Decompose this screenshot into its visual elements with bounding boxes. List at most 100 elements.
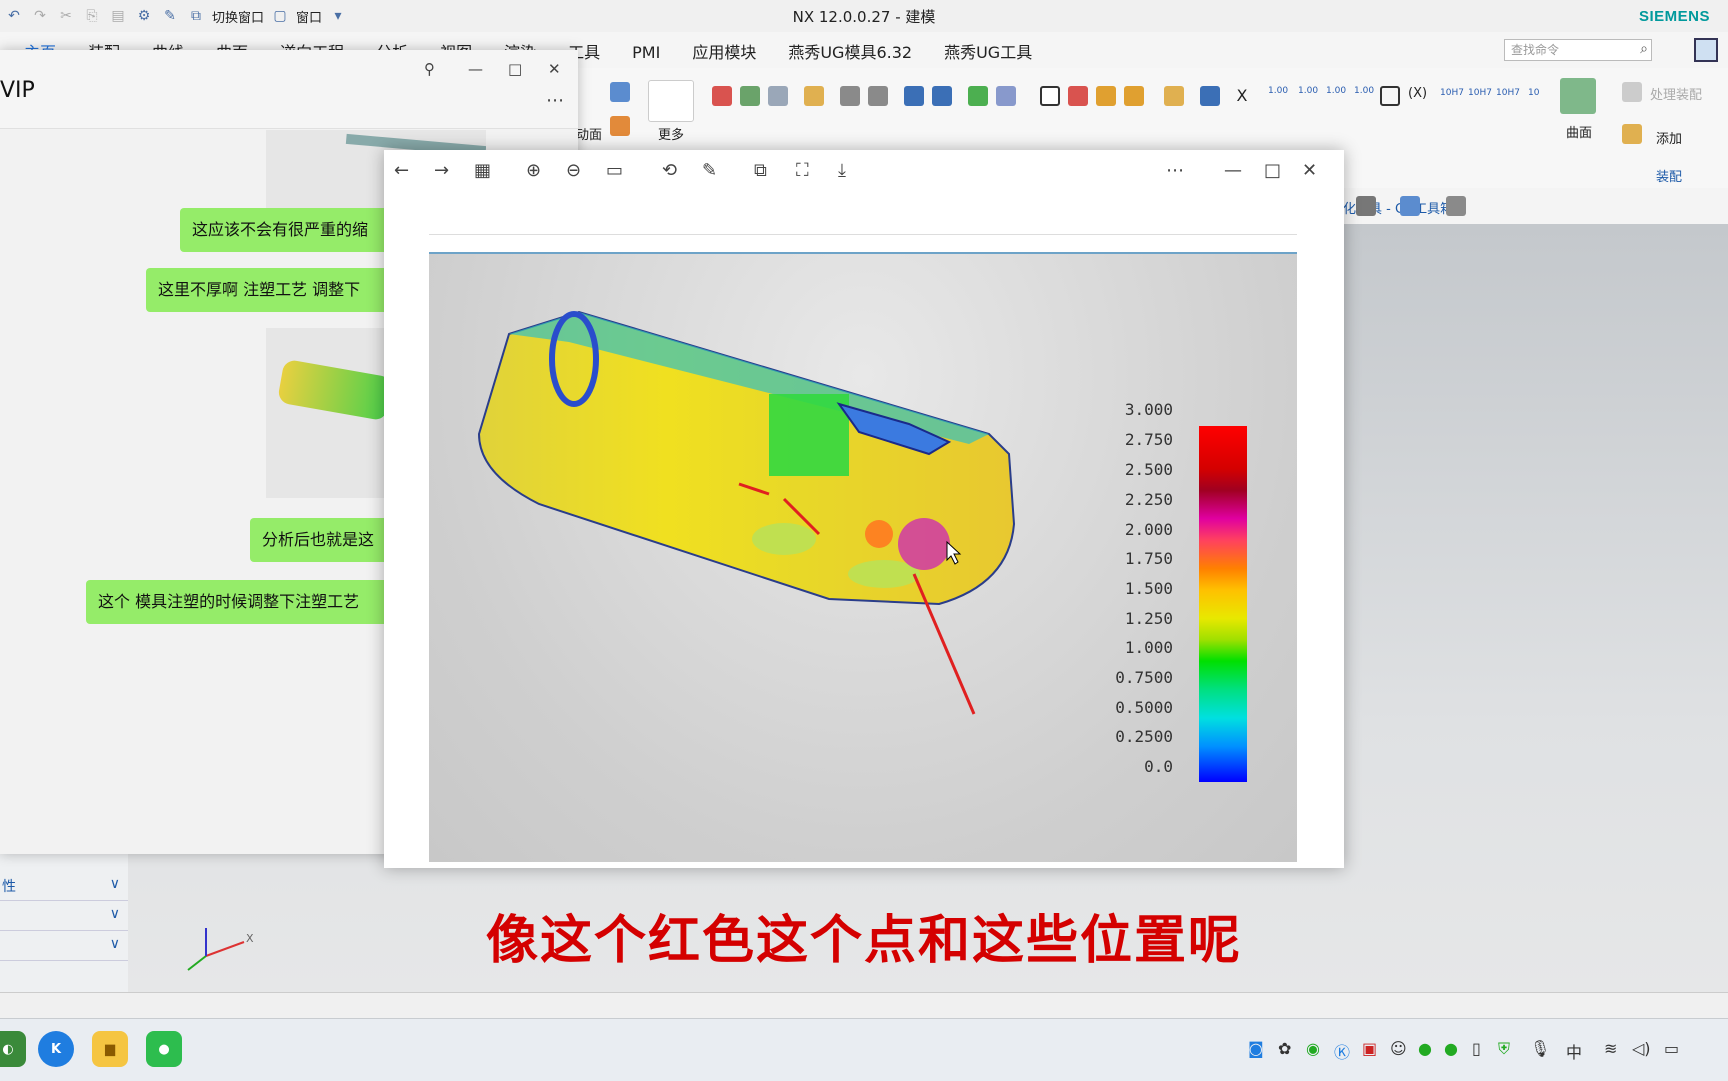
fit-label[interactable]: 10H7 xyxy=(1468,88,1492,98)
sketch-icon[interactable] xyxy=(804,86,824,106)
chat-message-bubble[interactable]: 这里不厚啊 注塑工艺 调整下 xyxy=(146,268,390,312)
redo-icon[interactable]: ↷ xyxy=(30,6,50,26)
arrow-left-icon[interactable]: ← xyxy=(394,160,409,181)
file-explorer-icon[interactable]: ▆ xyxy=(92,1031,128,1067)
feature-icon[interactable] xyxy=(610,116,630,136)
tab-yanxiu-mold[interactable]: 燕秀UG模具6.32 xyxy=(772,40,928,66)
tolerance-label[interactable]: 1.00 xyxy=(1354,86,1374,96)
cube-icon[interactable] xyxy=(1400,196,1420,216)
feature-icon[interactable] xyxy=(610,82,630,102)
browser-app-icon[interactable]: ◐ xyxy=(0,1031,26,1067)
rotate-icon[interactable]: ⟲ xyxy=(662,160,677,181)
chat-image-thumbnail[interactable] xyxy=(266,328,390,498)
chat-message-bubble[interactable]: 这应该不会有很严重的缩 xyxy=(180,208,390,252)
tolerance-label[interactable]: 1.00 xyxy=(1298,86,1318,96)
chat-message-bubble[interactable]: 这个 模具注塑的时候调整下注塑工艺 xyxy=(86,580,390,624)
usb-icon[interactable]: ▯ xyxy=(1472,1039,1481,1058)
repeat-command-icon[interactable]: ⚙ xyxy=(134,6,154,26)
cut-icon[interactable]: ✂ xyxy=(56,6,76,26)
chart-icon[interactable] xyxy=(1124,86,1144,106)
check-icon[interactable] xyxy=(968,86,988,106)
crop-icon[interactable]: ⛶ xyxy=(796,160,809,181)
ime-icon[interactable]: 中 xyxy=(1566,1039,1582,1063)
fit-label[interactable]: 10H7 xyxy=(1440,88,1464,98)
minimize-icon[interactable]: — xyxy=(1224,160,1242,181)
add-button[interactable]: 添加 xyxy=(1656,128,1682,147)
k-app-icon[interactable]: K xyxy=(38,1031,74,1067)
wechat-tray-icon[interactable]: ● xyxy=(1444,1039,1458,1058)
tray-app-icon[interactable]: Ⓚ xyxy=(1334,1039,1350,1063)
chat-message-bubble[interactable]: 分析后也就是这 xyxy=(250,518,390,562)
table-icon[interactable] xyxy=(904,86,924,106)
fit-label[interactable]: 10 xyxy=(1528,88,1539,98)
maximize-icon[interactable]: □ xyxy=(508,60,522,78)
part-icon[interactable] xyxy=(1164,86,1184,106)
tray-app-icon[interactable]: ▣ xyxy=(1362,1039,1377,1058)
tray-app-icon[interactable]: ◙ xyxy=(1248,1039,1264,1058)
wifi-icon[interactable]: ≋ xyxy=(1604,1039,1617,1058)
undo-icon[interactable]: ↶ xyxy=(4,6,24,26)
measure-icon[interactable] xyxy=(996,86,1016,106)
wechat-tray-icon[interactable]: ● xyxy=(1418,1039,1432,1058)
close-icon[interactable]: ✕ xyxy=(1302,160,1317,181)
copy-icon[interactable]: ⧉ xyxy=(754,160,767,181)
chevron-down-icon[interactable]: ▾ xyxy=(328,6,348,26)
shield-icon[interactable]: ⛨ xyxy=(1498,1039,1510,1059)
tab-application[interactable]: 应用模块 xyxy=(676,40,772,66)
tray-app-icon[interactable]: ✿ xyxy=(1278,1039,1291,1058)
zoom-in-icon[interactable]: ⊕ xyxy=(526,160,541,181)
more-button[interactable]: 更多 xyxy=(658,124,684,143)
switch-window-button[interactable]: 切换窗口 xyxy=(212,7,264,26)
dimension-icon[interactable] xyxy=(1200,86,1220,106)
window-restore-icon[interactable] xyxy=(1694,38,1718,62)
triangle-icon[interactable] xyxy=(1040,86,1060,106)
command-search-input[interactable]: 查找命令 xyxy=(1504,39,1652,61)
volume-icon[interactable]: ◁) xyxy=(1632,1039,1651,1058)
drawing-icon[interactable] xyxy=(1068,86,1088,106)
tolerance-label[interactable]: 1.00 xyxy=(1326,86,1346,96)
search-icon[interactable]: ⌕ xyxy=(1640,41,1648,57)
more-options-icon[interactable]: ⋯ xyxy=(1166,160,1184,181)
extend-icon[interactable] xyxy=(868,86,888,106)
more-refresh-icon[interactable] xyxy=(648,80,694,122)
arrow-right-icon[interactable]: → xyxy=(434,160,449,181)
maximize-icon[interactable]: □ xyxy=(1264,160,1281,181)
layer-icon[interactable] xyxy=(740,86,760,106)
wechat-app-icon[interactable]: ● xyxy=(146,1031,182,1067)
zoom-out-icon[interactable]: ⊖ xyxy=(566,160,581,181)
actual-size-icon[interactable]: ▭ xyxy=(606,160,623,181)
battery-icon[interactable]: ▭ xyxy=(1664,1039,1679,1058)
window-menu-button[interactable]: 窗口 xyxy=(296,7,322,26)
chevron-down-icon[interactable]: ∨ xyxy=(110,876,120,892)
orient-icon[interactable] xyxy=(1446,196,1466,216)
navigator-row[interactable]: 性 ∨ xyxy=(0,872,128,901)
paren-x-icon[interactable]: (X) xyxy=(1408,86,1427,101)
more-options-icon[interactable]: ⋯ xyxy=(546,90,564,111)
fit-label[interactable]: 10H7 xyxy=(1496,88,1520,98)
brush-icon[interactable] xyxy=(932,86,952,106)
close-x-icon[interactable]: X xyxy=(1232,86,1252,106)
qq-icon[interactable]: ☺ xyxy=(1390,1039,1407,1058)
microphone-icon[interactable]: 🎙 xyxy=(1530,1039,1550,1058)
minimize-icon[interactable]: — xyxy=(468,60,483,78)
point-icon[interactable] xyxy=(712,86,732,106)
datum-icon[interactable] xyxy=(768,86,788,106)
add-component-icon[interactable] xyxy=(1622,124,1642,144)
chart-icon[interactable] xyxy=(1096,86,1116,106)
grid-icon[interactable]: ▦ xyxy=(474,160,491,181)
box-x-icon[interactable] xyxy=(1380,86,1400,106)
tab-yanxiu-tools[interactable]: 燕秀UG工具 xyxy=(928,40,1048,66)
tab-pmi[interactable]: PMI xyxy=(616,40,676,66)
touch-mode-icon[interactable]: ✎ xyxy=(160,6,180,26)
pin-icon[interactable]: ⚲ xyxy=(424,60,435,78)
process-assembly-icon[interactable] xyxy=(1622,82,1642,102)
process-assembly-button[interactable]: 处理装配 xyxy=(1650,84,1702,103)
window-icon[interactable]: ▢ xyxy=(270,6,290,26)
trim-icon[interactable] xyxy=(840,86,860,106)
copy-icon[interactable]: ⎘ xyxy=(82,6,102,26)
surface-icon[interactable] xyxy=(1560,78,1596,114)
tolerance-label[interactable]: 1.00 xyxy=(1268,86,1288,96)
download-icon[interactable]: ⤓ xyxy=(838,160,846,181)
switch-window-icon[interactable]: ⧉ xyxy=(186,6,206,26)
paste-icon[interactable]: ▤ xyxy=(108,6,128,26)
